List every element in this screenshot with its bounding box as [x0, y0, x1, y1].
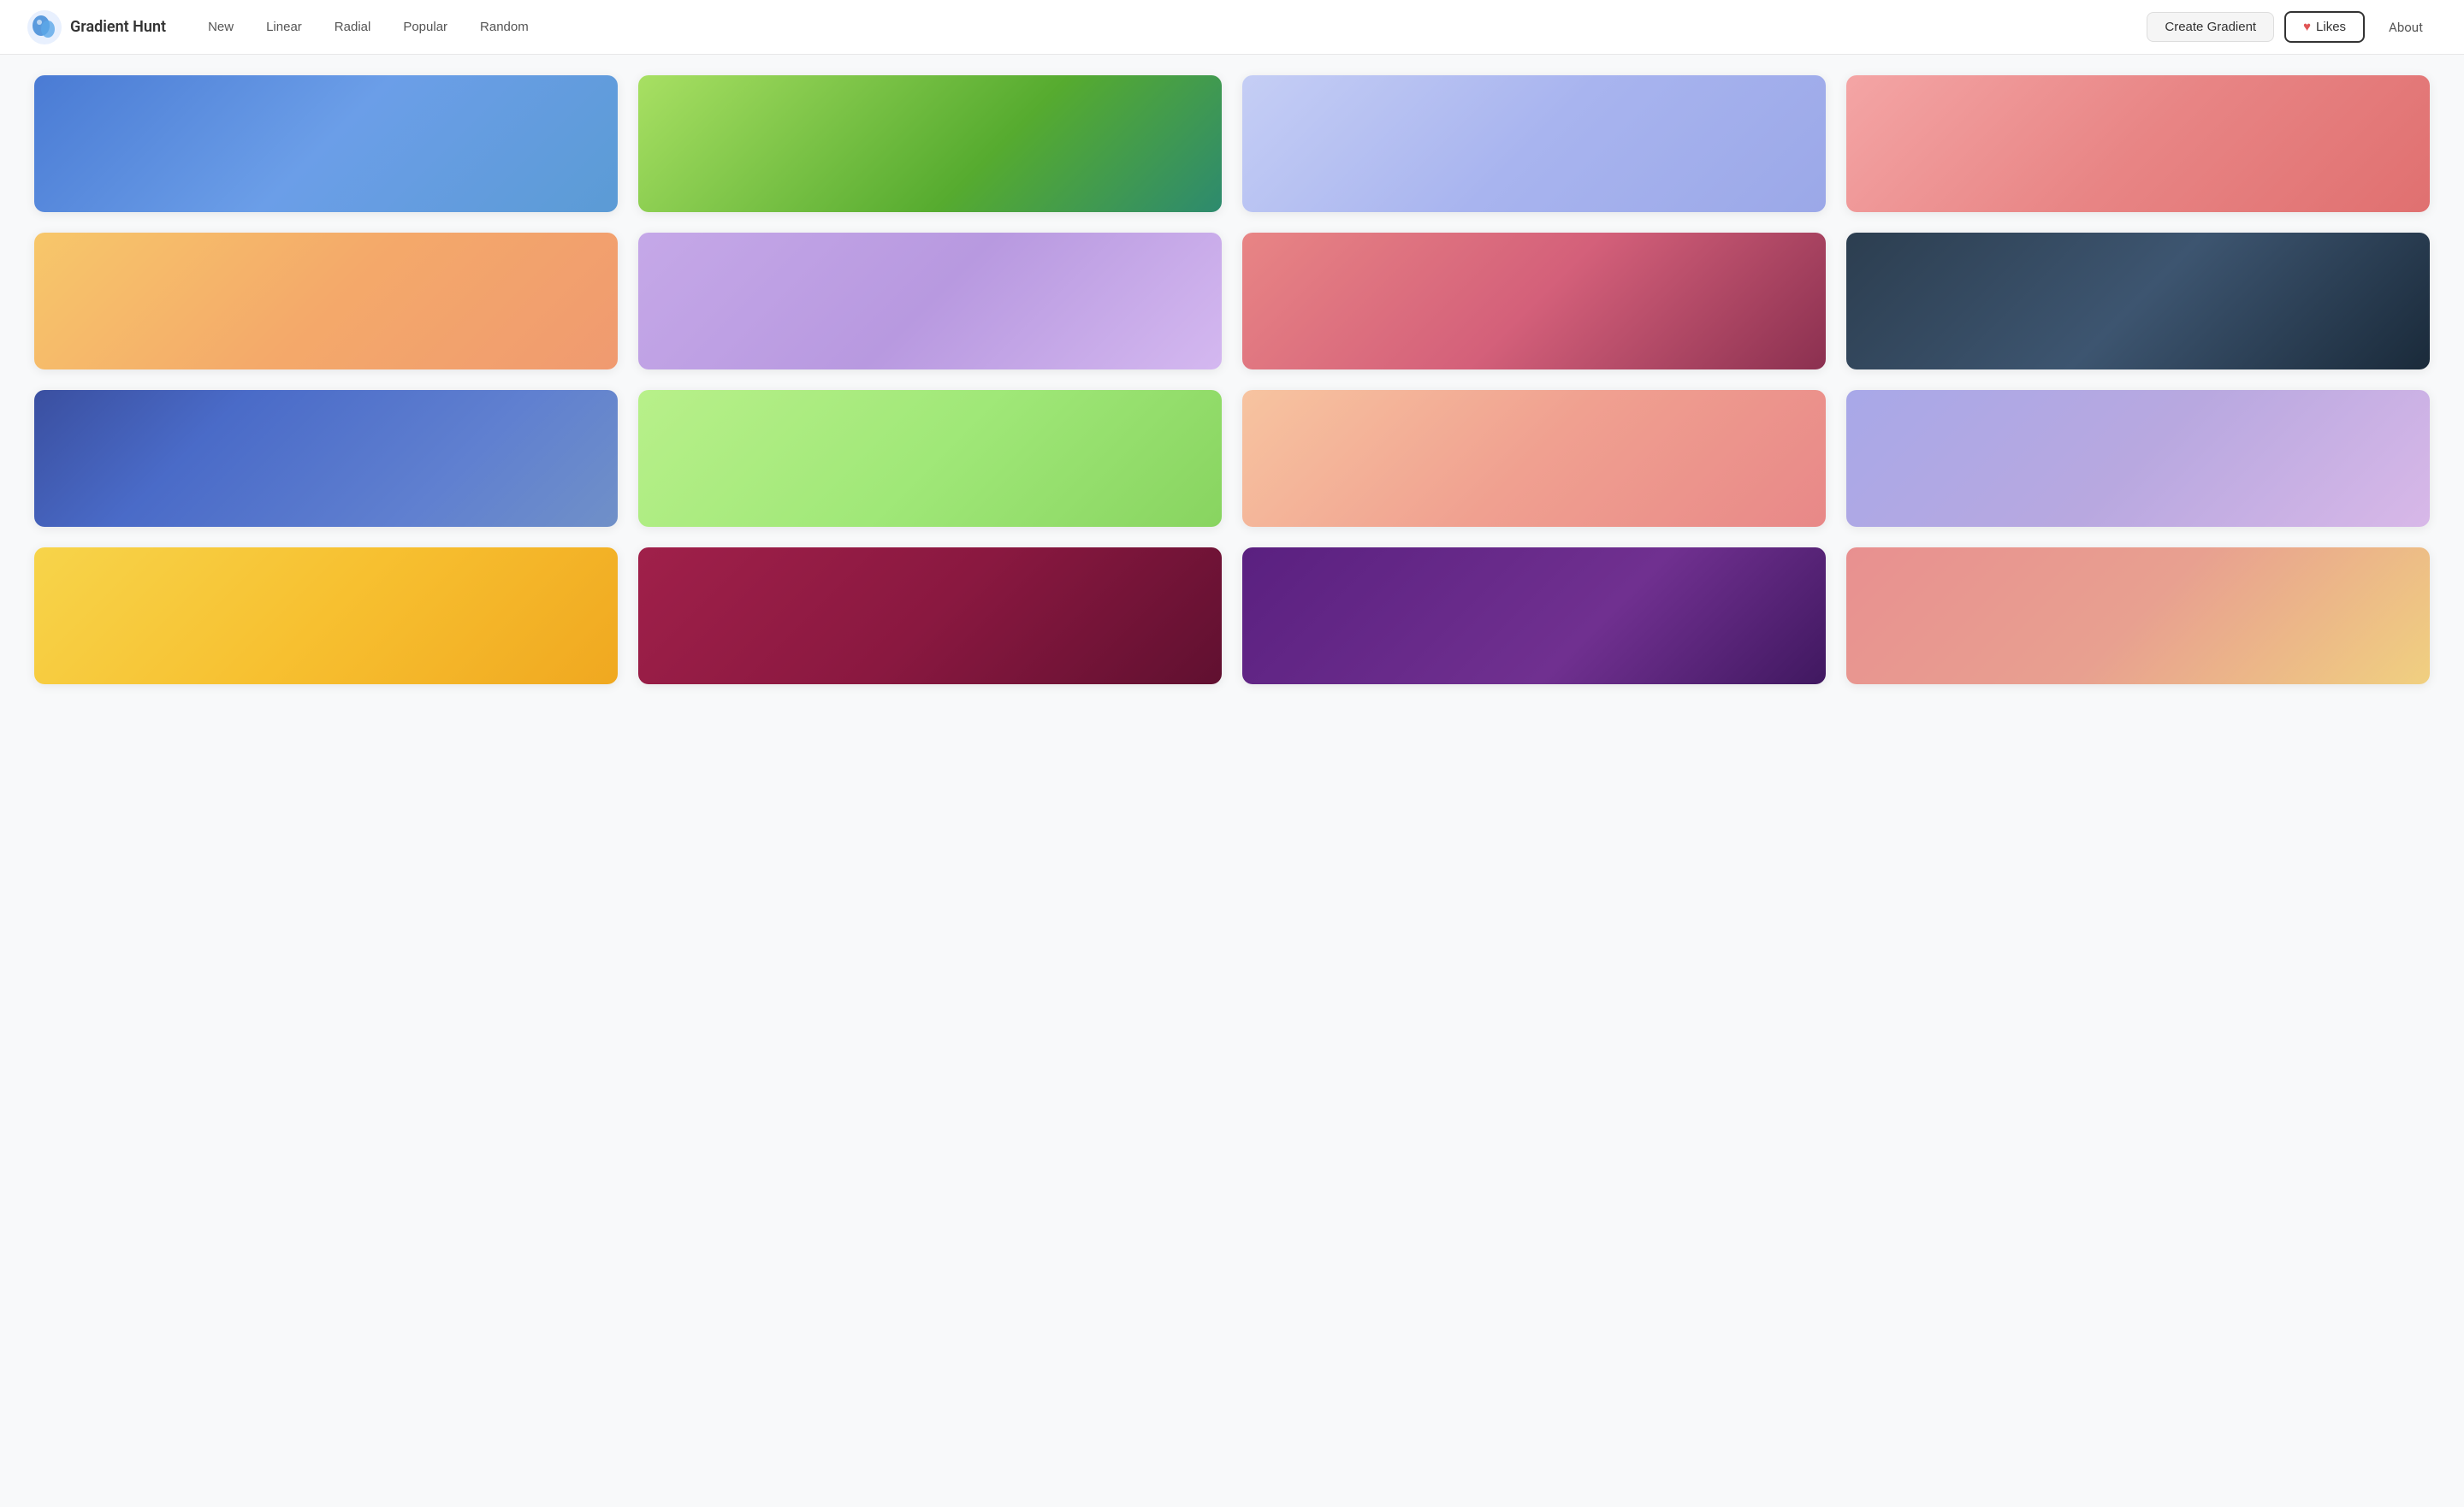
- gradient-grid: [34, 75, 2430, 684]
- gradient-card[interactable]: [34, 390, 618, 527]
- gradient-card[interactable]: [638, 233, 1222, 369]
- nav-radial[interactable]: Radial: [320, 14, 386, 40]
- gradient-swatch: [1846, 233, 2430, 369]
- likes-label: Likes: [2316, 20, 2346, 34]
- nav-random[interactable]: Random: [465, 14, 543, 40]
- gradient-swatch: [1242, 547, 1826, 684]
- main-nav: NewLinearRadialPopularRandom: [193, 14, 2147, 40]
- gradient-card[interactable]: [1846, 233, 2430, 369]
- gradient-swatch: [34, 75, 618, 212]
- create-gradient-button[interactable]: Create Gradient: [2147, 12, 2274, 42]
- main-header: Gradient Hunt NewLinearRadialPopularRand…: [0, 0, 2464, 55]
- gradient-card[interactable]: [1242, 233, 1826, 369]
- gradient-swatch: [1846, 390, 2430, 527]
- nav-linear[interactable]: Linear: [252, 14, 317, 40]
- gradient-card[interactable]: [34, 75, 618, 212]
- gradient-card[interactable]: [638, 75, 1222, 212]
- gradient-card[interactable]: [1242, 547, 1826, 684]
- gradient-swatch: [1242, 233, 1826, 369]
- gradient-swatch: [1846, 547, 2430, 684]
- nav-new[interactable]: New: [193, 14, 248, 40]
- gradient-card[interactable]: [1846, 390, 2430, 527]
- likes-button[interactable]: ♥ Likes: [2284, 11, 2365, 43]
- heart-icon: ♥: [2303, 20, 2311, 34]
- gradient-swatch: [638, 390, 1222, 527]
- logo[interactable]: Gradient Hunt: [27, 10, 166, 44]
- about-link[interactable]: About: [2375, 15, 2437, 40]
- gradient-swatch: [1846, 75, 2430, 212]
- gradient-card[interactable]: [638, 390, 1222, 527]
- header-actions: Create Gradient ♥ Likes About: [2147, 11, 2437, 43]
- gradient-swatch: [34, 233, 618, 369]
- gradient-swatch: [1242, 75, 1826, 212]
- gradient-card[interactable]: [1242, 75, 1826, 212]
- logo-icon: [27, 10, 62, 44]
- gradient-swatch: [638, 75, 1222, 212]
- gradient-card[interactable]: [34, 233, 618, 369]
- main-content: [0, 55, 2464, 705]
- gradient-card[interactable]: [1242, 390, 1826, 527]
- gradient-card[interactable]: [1846, 547, 2430, 684]
- gradient-card[interactable]: [1846, 75, 2430, 212]
- gradient-card[interactable]: [638, 547, 1222, 684]
- gradient-swatch: [638, 233, 1222, 369]
- gradient-swatch: [638, 547, 1222, 684]
- nav-popular[interactable]: Popular: [388, 14, 462, 40]
- gradient-swatch: [34, 390, 618, 527]
- gradient-swatch: [34, 547, 618, 684]
- gradient-card[interactable]: [34, 547, 618, 684]
- gradient-swatch: [1242, 390, 1826, 527]
- logo-text: Gradient Hunt: [70, 18, 166, 36]
